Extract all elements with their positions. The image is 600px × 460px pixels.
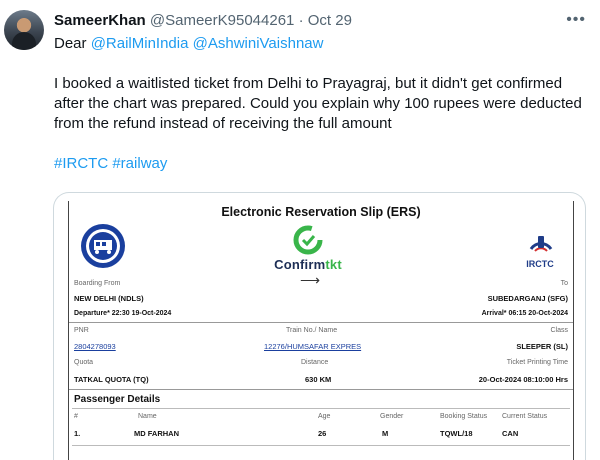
divider — [72, 408, 570, 409]
avatar[interactable] — [4, 10, 44, 50]
confirmtkt-brand-b: tkt — [325, 257, 342, 272]
divider — [69, 322, 573, 323]
pnr-label: PNR — [74, 327, 89, 334]
greeting: Dear — [54, 35, 87, 52]
pnr-value: 2804278093 — [74, 342, 116, 351]
passenger-age: 26 — [318, 429, 327, 438]
boarding-from-label: Boarding From — [74, 280, 121, 287]
passenger-details-title: Passenger Details — [74, 394, 161, 405]
col-gender: Gender — [380, 413, 404, 420]
distance-label: Distance — [301, 359, 329, 366]
col-age: Age — [318, 413, 331, 420]
hashtag-irctc[interactable]: #IRCTC — [54, 155, 108, 172]
to-station: SUBEDARGANJ (SFG) — [487, 294, 568, 303]
mention-railminindia[interactable]: @RailMinIndia — [91, 35, 189, 52]
col-current-status: Current Status — [502, 413, 548, 420]
greeting-line: Dear @RailMinIndia @AshwiniVaishnaw — [54, 34, 584, 54]
irctc-logo-icon — [529, 236, 553, 252]
col-name: Name — [138, 413, 157, 420]
irctc-label: IRCTC — [526, 259, 554, 269]
confirmtkt-logo-icon — [293, 225, 323, 255]
to-label: To — [560, 280, 568, 287]
tweet-text: Dear @RailMinIndia @AshwiniVaishnaw I bo… — [54, 34, 584, 174]
class-label: Class — [550, 327, 568, 334]
col-num: # — [74, 413, 78, 420]
from-station: NEW DELHI (NDLS) — [74, 294, 144, 303]
arrow-right-icon: ⟶ — [300, 272, 321, 288]
arrival-time: Arrival* 06:15 20-Oct-2024 — [481, 310, 568, 317]
train-value: 12276/HUMSAFAR EXPRES — [264, 342, 362, 351]
slip-border-right — [573, 201, 574, 460]
distance-value: 630 KM — [305, 375, 332, 384]
separator: · — [298, 12, 304, 29]
mention-ashwinivaishnaw[interactable]: @AshwiniVaishnaw — [193, 35, 324, 52]
divider — [72, 445, 570, 446]
tweet: SameerKhan @SameerK95044261 · Oct 29 •••… — [0, 0, 600, 460]
slip-border-left — [68, 201, 69, 460]
divider — [69, 389, 573, 390]
passenger-name: MD FARHAN — [134, 429, 179, 438]
indian-railways-logo-icon — [81, 224, 125, 268]
passenger-booking-status: TQWL/18 — [440, 429, 473, 438]
printing-time-value: 20-Oct-2024 08:10:00 Hrs — [478, 375, 568, 384]
passenger-num: 1. — [74, 429, 81, 438]
printing-time-label: Ticket Printing Time — [506, 359, 568, 366]
col-booking-status: Booking Status — [440, 413, 488, 420]
ers-slip: Electronic Reservation Slip (ERS) Confir… — [68, 201, 574, 460]
confirmtkt-brand: Confirmtkt — [268, 257, 348, 272]
attached-image[interactable]: Electronic Reservation Slip (ERS) Confir… — [53, 192, 586, 460]
passenger-gender: M — [382, 429, 389, 438]
tweet-header: SameerKhan @SameerK95044261 · Oct 29 — [54, 11, 352, 31]
author-handle[interactable]: @SameerK95044261 — [150, 12, 295, 29]
ers-title: Electronic Reservation Slip (ERS) — [221, 205, 421, 219]
author-name[interactable]: SameerKhan — [54, 12, 146, 29]
confirmtkt-brand-a: Confirm — [274, 257, 326, 272]
class-value: SLEEPER (SL) — [516, 342, 568, 351]
quota-label: Quota — [74, 359, 94, 366]
tweet-message: I booked a waitlisted ticket from Delhi … — [54, 75, 582, 132]
hashtag-railway[interactable]: #railway — [112, 155, 167, 172]
hashtags: #IRCTC #railway — [54, 154, 584, 174]
departure-time: Departure* 22:30 19-Oct-2024 — [74, 310, 172, 317]
tweet-date[interactable]: Oct 29 — [308, 12, 352, 29]
train-label: Train No./ Name — [286, 327, 338, 334]
more-horizontal-icon[interactable]: ••• — [566, 12, 586, 28]
quota-value: TATKAL QUOTA (TQ) — [74, 375, 149, 384]
passenger-current-status: CAN — [502, 429, 519, 438]
